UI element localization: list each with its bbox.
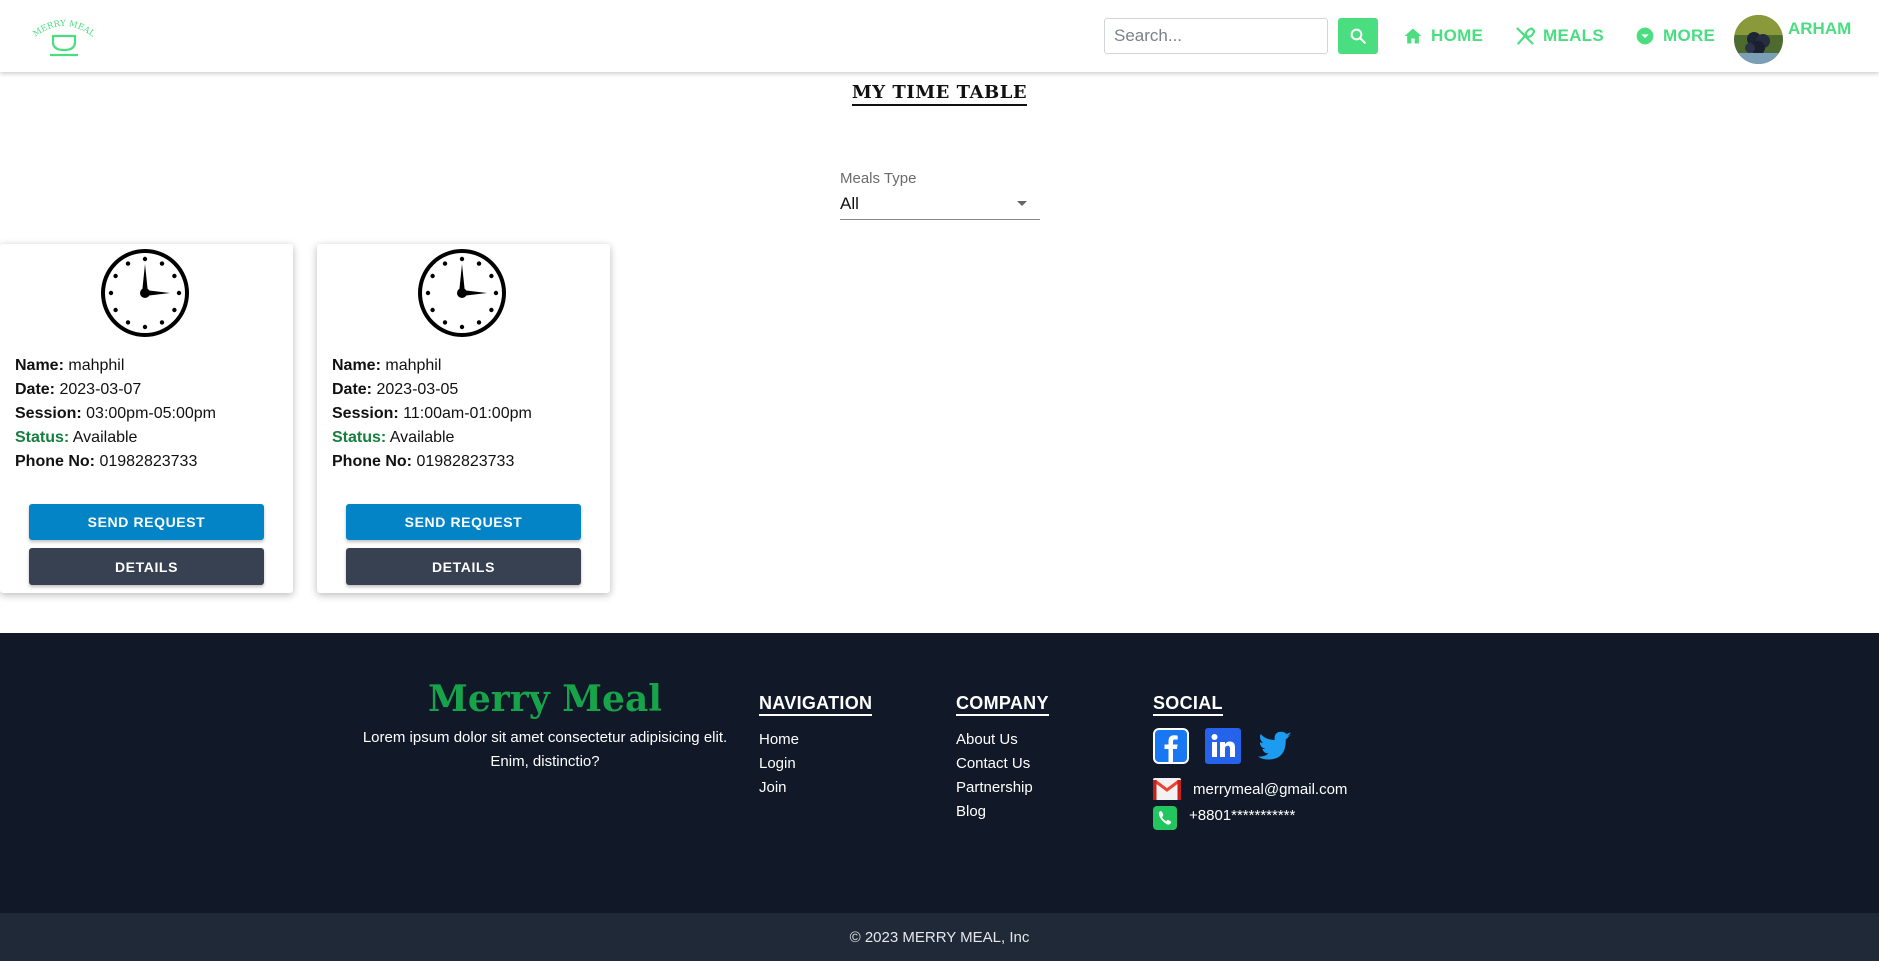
facebook-icon[interactable]	[1153, 728, 1189, 764]
card-phone: 01982823733	[99, 453, 198, 470]
search-button[interactable]	[1338, 18, 1378, 54]
footer-link-partnership[interactable]: Partnership	[956, 776, 1049, 800]
avatar[interactable]	[1734, 15, 1783, 64]
card-date: 2023-03-07	[59, 381, 142, 398]
clock-icon	[101, 249, 189, 337]
card-session: 11:00am-01:00pm	[403, 405, 532, 422]
meals-type-dropdown[interactable]: All	[840, 192, 1040, 220]
footer-link-about[interactable]: About Us	[956, 728, 1049, 752]
copyright: © 2023 MERRY MEAL, Inc	[849, 928, 1030, 946]
nav-more-label: MORE	[1663, 26, 1716, 45]
linkedin-icon[interactable]	[1205, 728, 1241, 764]
phone-icon	[1153, 806, 1177, 830]
card-status: Available	[72, 429, 138, 446]
footer: Merry Meal Lorem ipsum dolor sit amet co…	[0, 633, 1879, 913]
status-label: Status:	[15, 429, 70, 446]
footer-phone[interactable]: +8801***********	[1189, 807, 1295, 824]
nav-meals-label: MEALS	[1543, 26, 1604, 45]
chevron-down-circle-icon	[1636, 27, 1654, 45]
search-icon	[1350, 28, 1366, 44]
footer-link-login[interactable]: Login	[759, 752, 872, 776]
meals-type-value: All	[840, 194, 859, 213]
caret-down-icon	[1017, 201, 1027, 206]
footer-email[interactable]: merrymeal@gmail.com	[1193, 781, 1347, 798]
timetable-card: Name: mahphil Date: 2023-03-07 Session: …	[0, 244, 293, 593]
card-date: 2023-03-05	[376, 381, 459, 398]
footer-company-title: COMPANY	[956, 693, 1049, 716]
navbar: MERRY MEAL HOME MEALS MORE ARHAM	[0, 0, 1879, 72]
card-info: Name: mahphil Date: 2023-03-07 Session: …	[15, 354, 216, 474]
session-label: Session:	[332, 405, 399, 422]
nav-home[interactable]: HOME	[1403, 22, 1483, 50]
date-label: Date:	[332, 381, 373, 398]
footer-description: Lorem ipsum dolor sit amet consectetur a…	[362, 729, 728, 770]
footer-brand: Merry Meal Lorem ipsum dolor sit amet co…	[360, 678, 730, 774]
footer-social: SOCIAL merrymeal@gmail.com +8801********…	[1153, 693, 1347, 830]
footer-link-blog[interactable]: Blog	[956, 800, 1049, 824]
meals-type-select[interactable]: Meals Type All	[840, 170, 1040, 220]
meals-type-label: Meals Type	[840, 170, 917, 187]
twitter-icon[interactable]	[1257, 728, 1293, 764]
footer-bottom: © 2023 MERRY MEAL, Inc	[0, 913, 1879, 961]
user-name[interactable]: ARHAM	[1788, 19, 1851, 39]
card-info: Name: mahphil Date: 2023-03-05 Session: …	[332, 354, 532, 474]
footer-company: COMPANY About Us Contact Us Partnership …	[956, 693, 1049, 824]
card-name: mahphil	[68, 357, 125, 374]
gmail-icon	[1153, 778, 1181, 800]
footer-link-contact[interactable]: Contact Us	[956, 752, 1049, 776]
date-label: Date:	[15, 381, 56, 398]
footer-link-home[interactable]: Home	[759, 728, 872, 752]
send-request-button[interactable]: SEND REQUEST	[346, 504, 581, 540]
footer-email-row: merrymeal@gmail.com	[1153, 778, 1347, 800]
page-title: MY TIME TABLE	[0, 82, 1879, 106]
footer-navigation-title: NAVIGATION	[759, 693, 873, 716]
card-session: 03:00pm-05:00pm	[86, 405, 216, 422]
search-input[interactable]	[1104, 18, 1328, 54]
home-icon	[1404, 28, 1422, 44]
footer-phone-row: +8801***********	[1153, 806, 1347, 830]
name-label: Name:	[15, 357, 64, 374]
footer-social-title: SOCIAL	[1153, 693, 1223, 716]
name-label: Name:	[332, 357, 381, 374]
nav-meals[interactable]: MEALS	[1515, 22, 1604, 50]
timetable-card: Name: mahphil Date: 2023-03-05 Session: …	[317, 244, 610, 593]
utensils-icon	[1516, 27, 1535, 45]
details-button[interactable]: DETAILS	[346, 548, 581, 585]
clock-icon	[418, 249, 506, 337]
phone-label: Phone No:	[332, 453, 412, 470]
card-status: Available	[389, 429, 455, 446]
send-request-button[interactable]: SEND REQUEST	[29, 504, 264, 540]
details-button[interactable]: DETAILS	[29, 548, 264, 585]
page-title-text: MY TIME TABLE	[851, 82, 1028, 106]
status-label: Status:	[332, 429, 387, 446]
card-name: mahphil	[385, 357, 442, 374]
nav-home-label: HOME	[1431, 26, 1484, 45]
footer-brand-name: Merry Meal	[428, 678, 662, 720]
footer-link-join[interactable]: Join	[759, 776, 872, 800]
card-phone: 01982823733	[416, 453, 515, 470]
phone-label: Phone No:	[15, 453, 95, 470]
nav-more[interactable]: MORE	[1635, 22, 1715, 50]
session-label: Session:	[15, 405, 82, 422]
footer-navigation: NAVIGATION Home Login Join	[759, 693, 873, 800]
logo[interactable]: MERRY MEAL	[28, 12, 100, 58]
